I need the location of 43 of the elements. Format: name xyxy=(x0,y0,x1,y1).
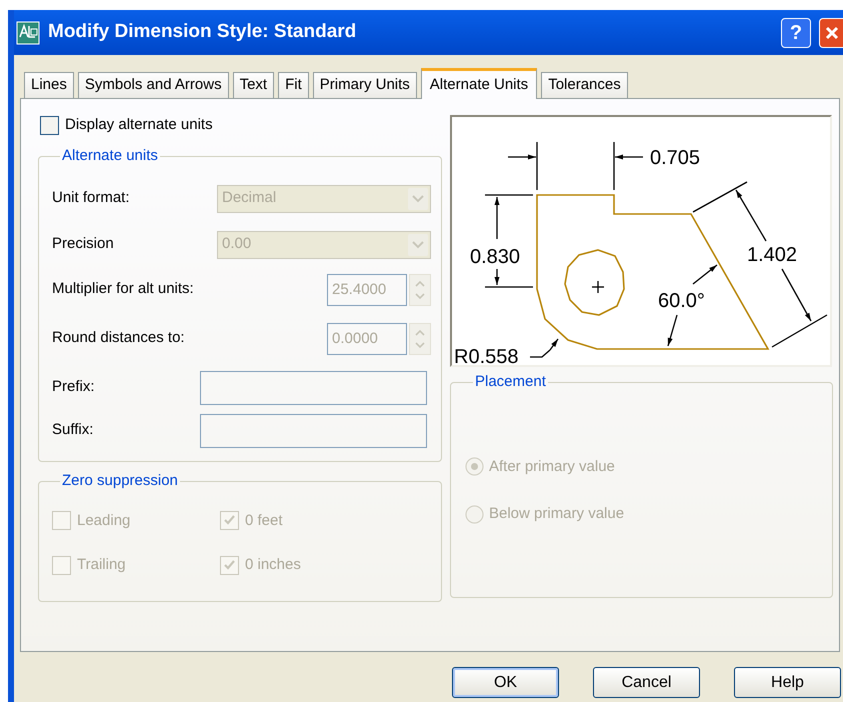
checkbox-label: Trailing xyxy=(77,555,126,575)
radius-label: R0.558 xyxy=(454,346,518,365)
field-label: Round distances to: xyxy=(52,328,185,348)
dialog-button[interactable]: Cancel xyxy=(593,667,700,698)
checkbox-label: Display alternate units xyxy=(65,114,213,135)
field-label: Suffix: xyxy=(52,420,94,440)
radio-label: After primary value xyxy=(489,456,615,476)
dialog-button[interactable]: Help xyxy=(734,667,841,698)
tab[interactable]: Symbols and Arrows xyxy=(78,72,229,98)
tab[interactable]: Lines xyxy=(24,72,74,98)
group-title: Zero suppression xyxy=(61,471,179,491)
chevron-down-icon xyxy=(408,188,428,210)
spin-arrows-icon[interactable] xyxy=(409,322,431,354)
help-button[interactable]: ? xyxy=(781,18,811,48)
close-button[interactable] xyxy=(819,18,843,48)
dimension-label: 0.705 xyxy=(650,147,700,169)
tab[interactable]: Primary Units xyxy=(312,72,417,98)
field-label: Prefix: xyxy=(52,377,95,398)
field-label: Multiplier for alt units: xyxy=(52,279,194,300)
tab[interactable]: Tolerances xyxy=(541,72,628,98)
tab[interactable]: Alternate Units xyxy=(420,68,538,99)
group-title: Alternate units xyxy=(61,146,159,166)
tab[interactable]: Fit xyxy=(278,72,309,98)
app-icon xyxy=(16,20,40,44)
field-label: Unit format: xyxy=(52,188,130,208)
suffix-field[interactable] xyxy=(200,414,427,448)
window-title: Modify Dimension Style: Standard xyxy=(48,20,358,44)
dimension-label: 1.402 xyxy=(747,244,798,266)
dialog-button[interactable]: OK xyxy=(452,667,559,698)
spin-arrows-icon[interactable] xyxy=(409,274,431,306)
checkbox-label: Leading xyxy=(77,510,130,530)
dimension-label: 0.830 xyxy=(470,246,520,268)
angle-label: 60.0° xyxy=(658,290,705,312)
tab[interactable]: Text xyxy=(232,72,274,98)
checkbox-label: 0 inches xyxy=(245,555,301,575)
checkbox[interactable] xyxy=(40,116,59,134)
close-icon xyxy=(824,24,840,40)
radio-label: Below primary value xyxy=(489,504,624,524)
field-label: Precision xyxy=(52,234,114,254)
prefix-field[interactable] xyxy=(200,370,427,404)
group-title: Placement xyxy=(474,372,547,392)
chevron-down-icon xyxy=(408,234,428,256)
checkbox-label: 0 feet xyxy=(245,510,283,530)
